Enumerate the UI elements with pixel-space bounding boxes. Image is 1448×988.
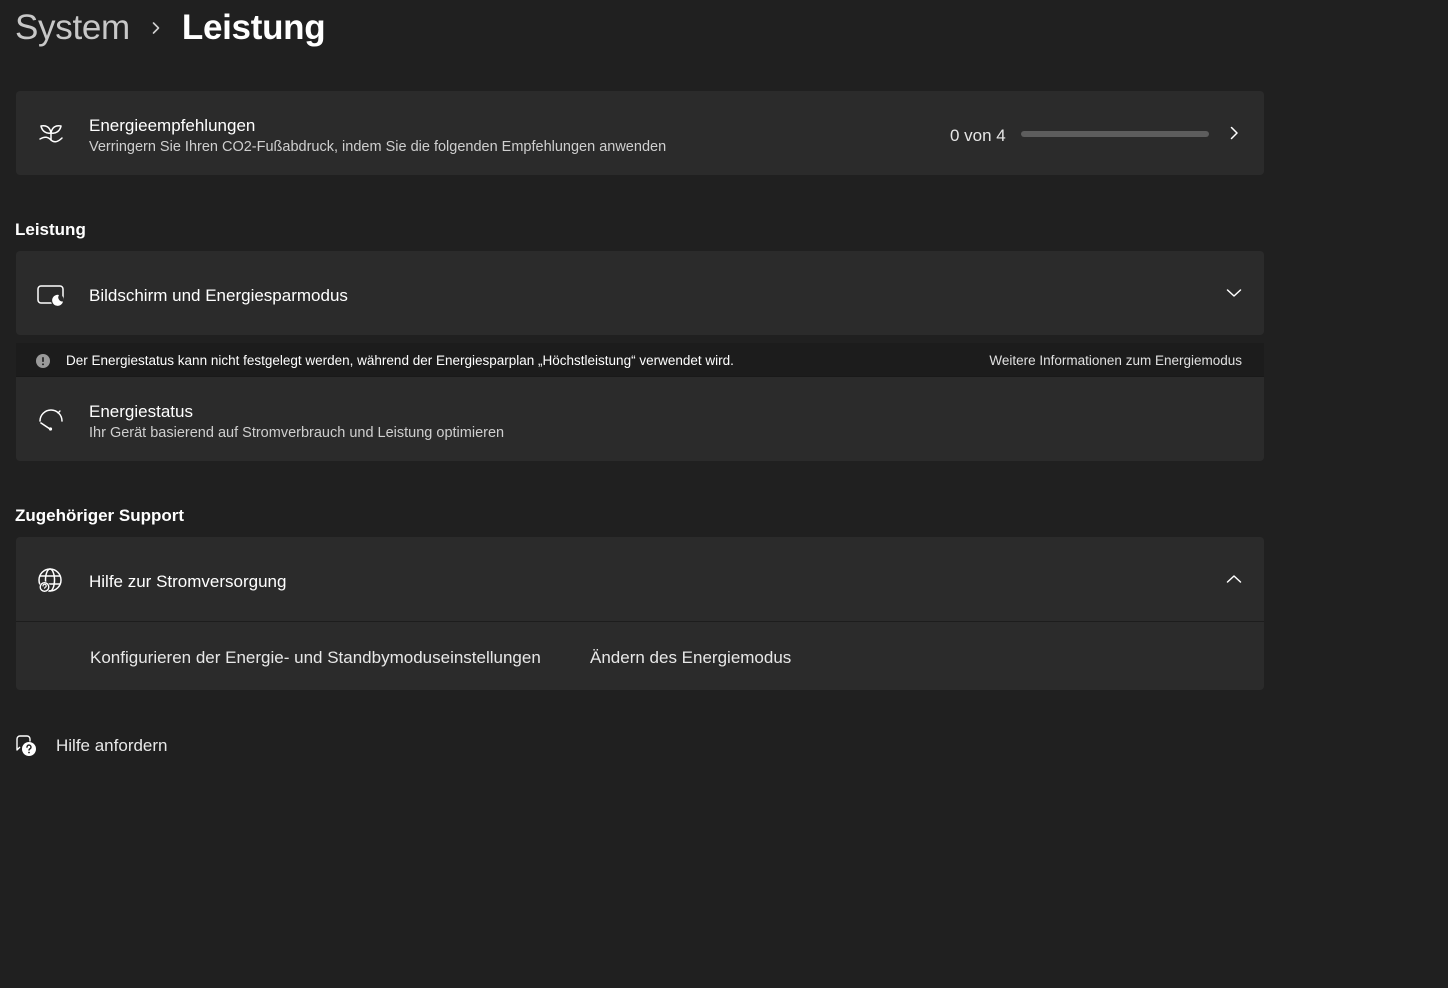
power-help-card[interactable]: Hilfe zur Stromversorgung [16, 537, 1264, 621]
power-help-title: Hilfe zur Stromversorgung [89, 572, 287, 591]
gauge-icon [36, 404, 66, 434]
screen-sleep-title: Bildschirm und Energiesparmodus [89, 286, 348, 305]
power-mode-card: Energiestatus Ihr Gerät basierend auf St… [16, 377, 1264, 461]
power-mode-subtitle: Ihr Gerät basierend auf Stromverbrauch u… [89, 425, 505, 441]
leaf-icon [36, 118, 66, 148]
energy-recommendations-title: Energieempfehlungen [89, 116, 256, 135]
recommendations-progress-bar [1021, 131, 1209, 137]
chevron-right-icon [130, 4, 182, 52]
recommendations-progress-text: 0 von 4 [950, 126, 1006, 145]
page-title: Leistung [181, 8, 326, 47]
chevron-down-icon[interactable] [1224, 283, 1244, 303]
support-link-sleep-settings[interactable]: Konfigurieren der Energie- und Standbymo… [90, 648, 541, 668]
get-help-label: Hilfe anfordern [56, 736, 168, 755]
screen-sleep-card[interactable]: Bildschirm und Energiesparmodus [16, 251, 1264, 335]
power-mode-info-bar: Der Energiestatus kann nicht festgelegt … [16, 343, 1264, 377]
screen-sleep-icon [36, 281, 66, 311]
info-icon [36, 354, 50, 368]
breadcrumb-system[interactable]: System [15, 8, 130, 48]
chevron-up-icon[interactable] [1224, 569, 1244, 589]
chevron-right-icon[interactable] [1224, 123, 1244, 143]
section-header-performance: Leistung [15, 220, 86, 239]
globe-help-icon [36, 566, 66, 596]
power-mode-info-link[interactable]: Weitere Informationen zum Energiemodus [989, 353, 1242, 368]
section-header-support: Zugehöriger Support [15, 506, 185, 525]
energy-recommendations-card[interactable]: Energieempfehlungen Verringern Sie Ihren… [16, 91, 1264, 175]
help-chat-icon [15, 735, 37, 757]
power-mode-title: Energiestatus [89, 402, 193, 421]
support-link-power-mode[interactable]: Ändern des Energiemodus [590, 648, 791, 668]
power-help-links: Konfigurieren der Energie- und Standbymo… [16, 622, 1264, 690]
breadcrumb: System Leistung [15, 4, 326, 52]
energy-recommendations-subtitle: Verringern Sie Ihren CO2-Fußabdruck, ind… [89, 139, 667, 155]
get-help-link[interactable]: Hilfe anfordern [15, 733, 168, 759]
settings-page: System Leistung Energieempfehlungen Verr… [0, 0, 1448, 988]
info-bar-text: Der Energiestatus kann nicht festgelegt … [66, 353, 734, 368]
